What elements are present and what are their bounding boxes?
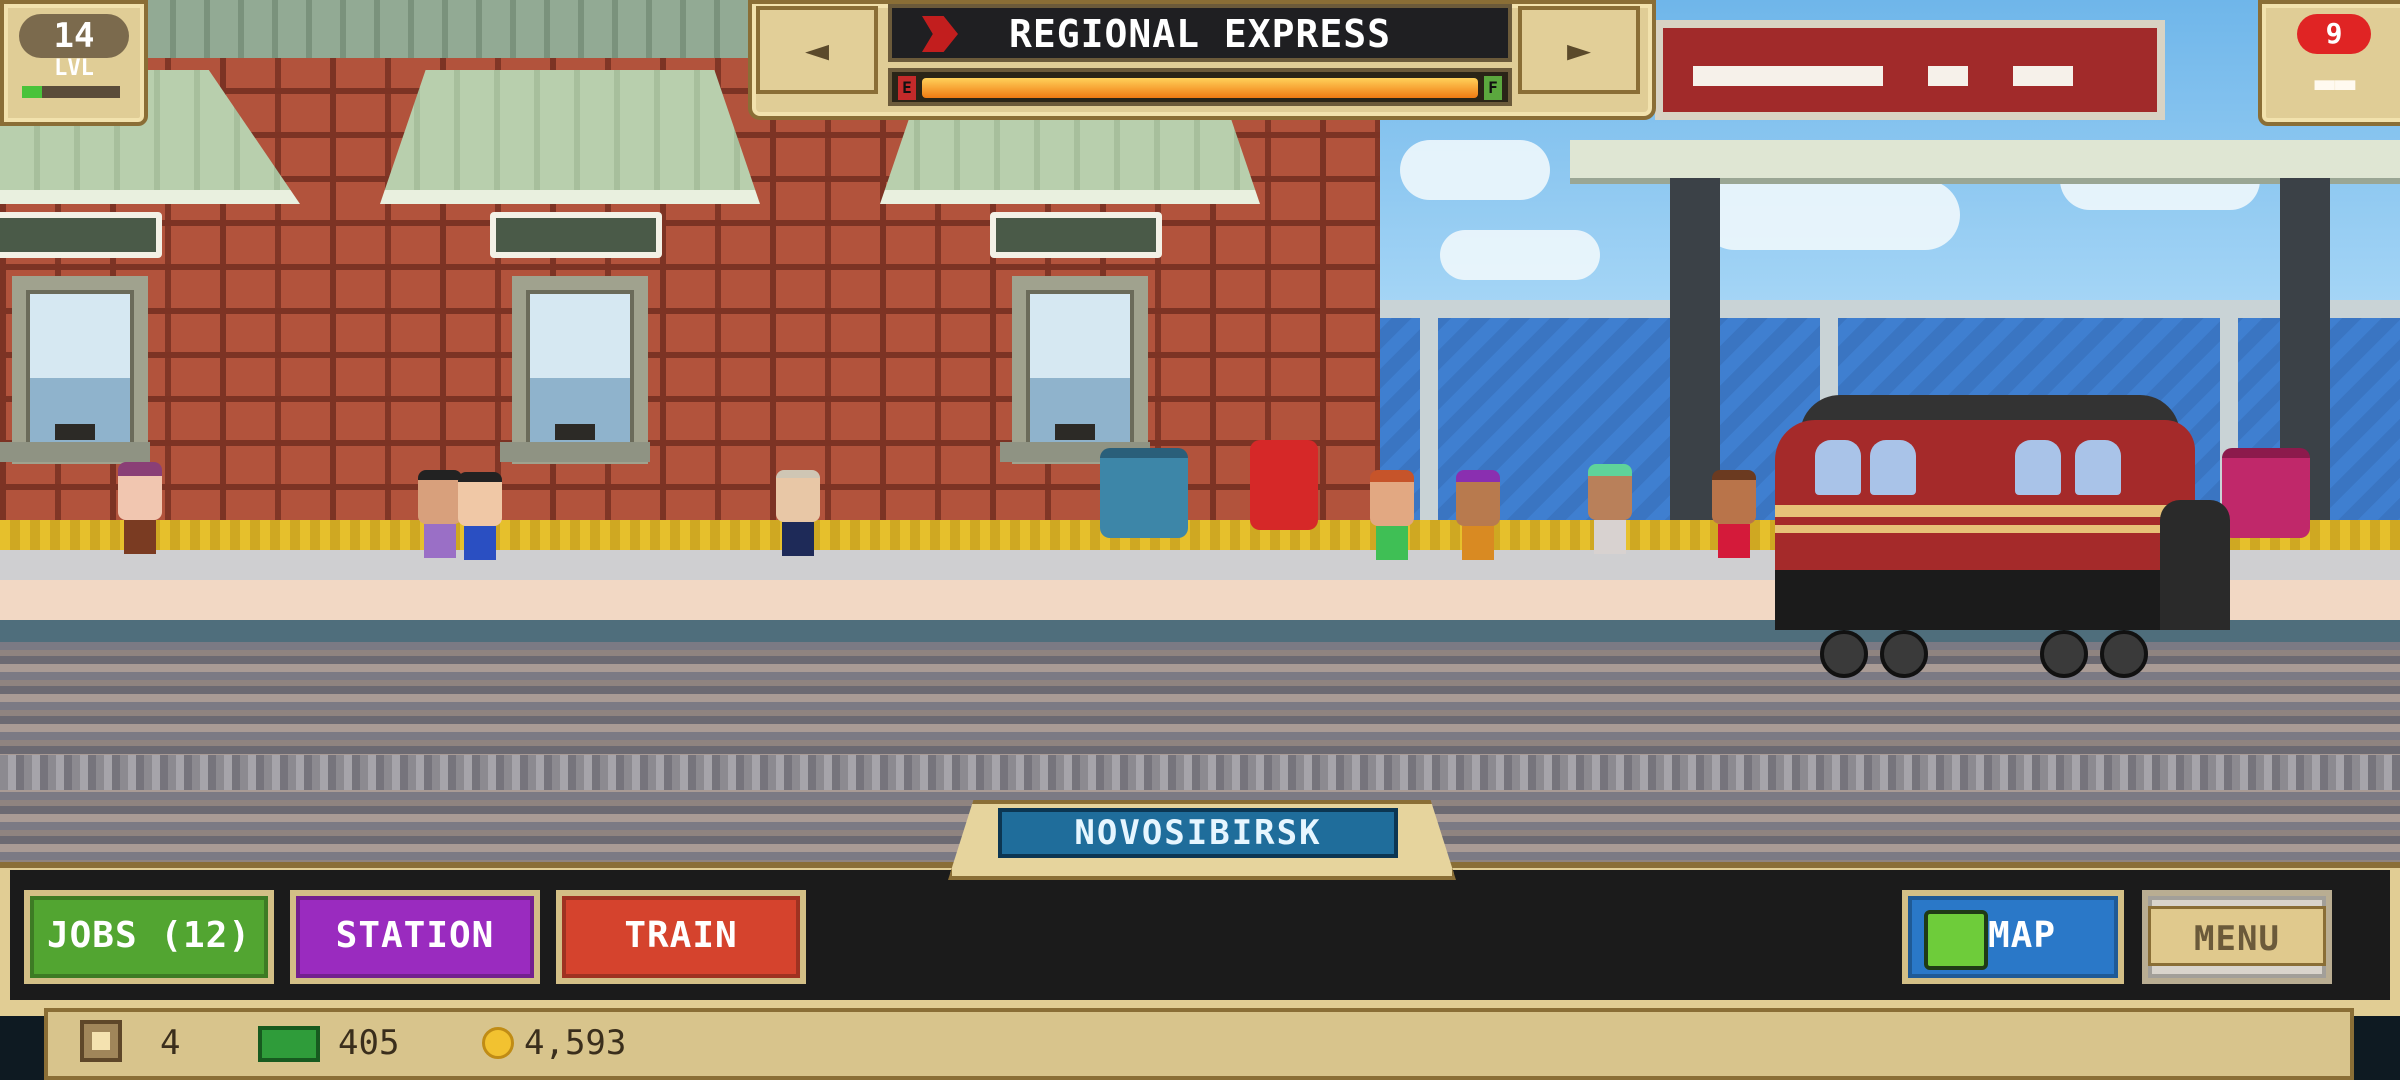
passenger[interactable] [1588,464,1632,554]
fuel-empty-label: E [898,76,916,100]
railing [1380,300,2400,318]
train-wheel [2100,630,2148,678]
window-sill [0,424,150,462]
map-button[interactable]: MAP [1902,890,2124,984]
train-name-panel[interactable]: REGIONAL EXPRESS [888,4,1512,62]
map-button-label: MAP [1988,915,2057,956]
cash-count: 405 [338,1023,400,1063]
game-scene[interactable] [0,0,2400,870]
wall-sign [490,212,662,258]
train-wheel [2040,630,2088,678]
passenger[interactable] [1456,470,1500,560]
level-number: 14 [19,14,129,58]
train-button[interactable]: TRAIN [556,890,806,984]
prev-train-button[interactable]: ◄ [756,6,878,94]
cloud [1400,140,1550,200]
locomotive-stripe [1775,505,2195,517]
fuel-bar-fill [922,78,1478,98]
luggage-suitcase[interactable] [1250,440,1318,530]
locomotive-stripe [1775,525,2195,533]
station-button[interactable]: STATION [290,890,540,984]
menu-button[interactable]: MENU [2142,890,2332,984]
menu-button-label: MENU [2148,906,2326,966]
train-cars-icon: ▬▬ [2314,63,2356,103]
crate-icon [80,1020,122,1062]
cars-count-badge: 9 [2297,14,2371,54]
fuel-gauge: E F [888,68,1512,106]
cloud [1440,230,1600,280]
locomotive-nose [2160,500,2230,630]
luggage-bag[interactable] [2222,448,2310,538]
coin-icon [482,1027,514,1059]
locomotive-window [1815,440,1861,495]
passenger[interactable] [1370,470,1414,560]
coins-count: 4,593 [524,1023,627,1063]
train-wheel [1820,630,1868,678]
station-name: NOVOSIBIRSK [1074,813,1322,853]
wall-sign [0,212,162,258]
jobs-button[interactable]: JOBS (12) [24,890,274,984]
wall-sign [990,212,1162,258]
passenger[interactable] [418,470,462,558]
train-wheel [1880,630,1928,678]
awning [380,70,760,204]
station-name-panel[interactable]: NOVOSIBIRSK [998,808,1398,858]
passenger[interactable] [776,470,820,556]
locomotive-window [2015,440,2061,495]
crates-count: 4 [160,1023,181,1063]
level-panel[interactable]: 14 LVL [0,0,148,126]
next-train-button[interactable]: ► [1518,6,1640,94]
locomotive-window [1870,440,1916,495]
xp-bar-fill [22,86,42,98]
cash-icon [258,1026,320,1062]
fuel-full-label: F [1484,76,1502,100]
cloud [1700,180,1960,250]
canopy-pillar [1670,178,1720,520]
level-label: LVL [54,56,94,81]
gravel [0,755,2400,790]
luggage-bag[interactable] [1100,448,1188,538]
railing-post [1420,300,1438,520]
locomotive-chassis [1775,570,2225,630]
departure-board [1655,20,2165,120]
train-cars-panel[interactable]: 9 ▬▬ [2258,0,2400,126]
train-name: REGIONAL EXPRESS [1008,12,1392,56]
passenger[interactable] [458,472,502,560]
map-icon [1924,910,1988,970]
passenger[interactable] [118,462,162,554]
passenger[interactable] [1712,470,1756,558]
window-sill [500,424,650,462]
locomotive-window [2075,440,2121,495]
